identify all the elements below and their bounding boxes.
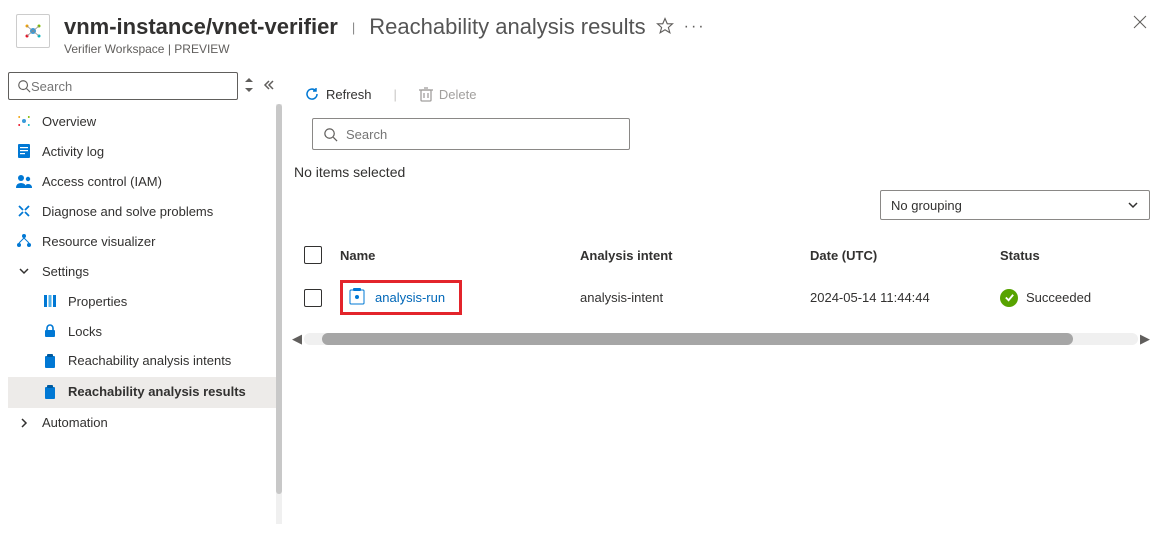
delete-label: Delete [439,87,477,102]
chevron-down-icon [1127,199,1139,211]
page-title-section: Reachability analysis results [369,14,645,40]
results-table: Name Analysis intent Date (UTC) Status a… [290,238,1152,323]
sidebar-item-reachability-results[interactable]: Reachability analysis results [8,377,282,408]
resource-icon [16,14,50,48]
sidebar-search[interactable] [8,72,238,100]
sidebar-item-label: Properties [68,294,272,309]
page-header: vnm-instance/vnet-verifier | Reachabilit… [0,0,1172,64]
sidebar-item-activity-log[interactable]: Activity log [8,136,282,166]
sidebar-item-label: Access control (IAM) [42,174,272,189]
resource-visualizer-icon [16,233,32,249]
sidebar-group-automation[interactable]: Automation [8,408,282,438]
sidebar-item-properties[interactable]: Properties [8,286,282,316]
page-subtitle: Verifier Workspace | PREVIEW [64,42,706,56]
properties-icon [42,293,58,309]
toolbar: Refresh | Delete [290,78,1152,118]
refresh-icon [304,86,320,102]
lock-icon [42,323,58,339]
analysis-run-icon [349,287,365,308]
sidebar-item-resource-visualizer[interactable]: Resource visualizer [8,226,282,256]
favorite-star-icon[interactable] [656,17,674,38]
collapse-sidebar-icon[interactable] [260,79,276,94]
clipboard-icon [42,353,58,369]
highlighted-link: analysis-run [340,280,462,315]
delete-button: Delete [411,82,485,106]
cell-status: Succeeded [1026,290,1091,305]
close-button[interactable] [1132,14,1156,33]
sidebar-item-label: Locks [68,324,272,339]
search-icon [323,127,338,142]
horizontal-scrollbar[interactable]: ◀ ▶ [290,331,1152,347]
page-title-breadcrumb: vnm-instance/vnet-verifier [64,14,338,40]
sidebar: Overview Activity log Access control (IA… [0,64,282,549]
toolbar-separator: | [388,87,403,102]
sidebar-item-label: Overview [42,114,272,129]
selection-status: No items selected [290,160,1152,190]
sidebar-item-label: Diagnose and solve problems [42,204,272,219]
sidebar-group-settings[interactable]: Settings [8,256,282,286]
title-separator: | [348,20,359,35]
table-header: Name Analysis intent Date (UTC) Status [290,238,1152,272]
expand-icon[interactable] [244,78,254,95]
cell-date: 2024-05-14 11:44:44 [810,290,1000,305]
cell-intent: analysis-intent [580,290,810,305]
scroll-right-icon[interactable]: ▶ [1138,331,1152,347]
sidebar-item-locks[interactable]: Locks [8,316,282,346]
refresh-label: Refresh [326,87,372,102]
sidebar-item-label: Activity log [42,144,272,159]
clipboard-icon [42,384,58,400]
row-checkbox[interactable] [304,289,322,307]
column-status[interactable]: Status [1000,248,1152,263]
overview-icon [16,113,32,129]
content-search[interactable] [312,118,630,150]
main-content: Refresh | Delete No items selected No gr… [282,64,1172,549]
sidebar-item-overview[interactable]: Overview [8,106,282,136]
sidebar-search-input[interactable] [31,79,229,94]
search-icon [17,79,31,93]
chevron-down-icon [16,263,32,279]
select-all-checkbox[interactable] [304,246,322,264]
trash-icon [419,86,433,102]
sidebar-item-reachability-intents[interactable]: Reachability analysis intents [8,346,282,377]
sidebar-item-label: Settings [42,264,272,279]
analysis-run-link[interactable]: analysis-run [375,290,445,305]
success-icon [1000,289,1018,307]
column-name[interactable]: Name [340,248,580,263]
sidebar-item-label: Reachability analysis intents [68,353,272,370]
content-search-input[interactable] [346,127,619,142]
activity-log-icon [16,143,32,159]
table-row[interactable]: analysis-run analysis-intent 2024-05-14 … [290,272,1152,323]
scroll-left-icon[interactable]: ◀ [290,331,304,347]
chevron-right-icon [16,415,32,431]
more-actions-icon[interactable]: ··· [684,18,706,36]
diagnose-icon [16,203,32,219]
sidebar-item-diagnose[interactable]: Diagnose and solve problems [8,196,282,226]
column-date[interactable]: Date (UTC) [810,248,1000,263]
sidebar-item-label: Reachability analysis results [68,384,272,401]
access-control-icon [16,173,32,189]
refresh-button[interactable]: Refresh [296,82,380,106]
grouping-dropdown[interactable]: No grouping [880,190,1150,220]
column-intent[interactable]: Analysis intent [580,248,810,263]
grouping-value: No grouping [891,198,962,213]
sidebar-item-access-control[interactable]: Access control (IAM) [8,166,282,196]
sidebar-item-label: Automation [42,415,272,430]
sidebar-item-label: Resource visualizer [42,234,272,249]
